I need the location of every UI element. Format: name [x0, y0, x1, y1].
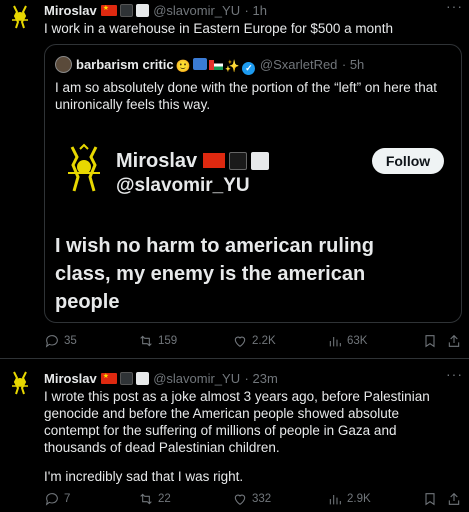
repost-button[interactable]: 22 [138, 491, 171, 507]
white-square-icon [251, 152, 270, 170]
author-name[interactable]: Miroslav [44, 371, 97, 386]
reply-icon [45, 493, 58, 506]
bookmark-button[interactable] [422, 333, 438, 349]
share-icon [448, 334, 460, 347]
avatar[interactable] [6, 368, 34, 396]
china-flag-icon [100, 373, 117, 384]
white-square-icon [135, 4, 149, 17]
repost-count: 159 [158, 335, 178, 347]
timestamp[interactable]: · 5h [342, 57, 364, 72]
black-square-icon [119, 4, 133, 17]
views-button[interactable]: 2.9K [327, 491, 371, 507]
embedded-tweet-text: I wish no harm to american ruling class,… [55, 235, 374, 313]
avatar[interactable] [55, 56, 72, 73]
embedded-author-name-text: Miroslav [116, 150, 198, 172]
smiley-emoji-icon: 🙂 [175, 59, 191, 73]
tweet-text: I work in a warehouse in Eastern Europe … [44, 21, 393, 36]
share-icon [448, 492, 460, 505]
like-count: 332 [252, 493, 272, 505]
tweet-text-2: I'm incredibly sad that I was right. [44, 469, 244, 484]
reply-icon [45, 335, 58, 348]
divider [0, 358, 469, 359]
arrows-emoji-icon [192, 58, 207, 70]
more-horizontal-icon[interactable]: ··· [446, 366, 463, 382]
share-button[interactable] [446, 491, 462, 507]
palestine-flag-icon [208, 60, 223, 70]
like-button[interactable]: 332 [232, 491, 271, 507]
embedded-author-name: Miroslav [116, 150, 270, 173]
views-icon [329, 337, 341, 347]
repost-button[interactable]: 159 [138, 333, 177, 349]
author-handle[interactable]: @slavomir_YU [153, 371, 240, 386]
embedded-author-handle: @slavomir_YU [116, 175, 250, 196]
quoted-tweet-text: I am so absolutely done with the portion… [55, 80, 437, 112]
heart-icon [234, 494, 246, 505]
avatar [68, 143, 100, 192]
reply-button[interactable]: 7 [44, 491, 70, 507]
author-handle[interactable]: @SxarletRed [260, 57, 338, 72]
repost-count: 22 [158, 493, 171, 505]
author-name[interactable]: barbarism critic [76, 57, 174, 72]
views-count: 2.9K [347, 493, 371, 505]
china-flag-icon [203, 153, 226, 168]
like-count: 2.2K [252, 335, 276, 347]
repost-icon [140, 493, 152, 505]
like-button[interactable]: 2.2K [232, 333, 276, 349]
author-name[interactable]: Miroslav [44, 3, 97, 18]
timestamp[interactable]: · 1h [245, 3, 267, 18]
author-handle[interactable]: @slavomir_YU [153, 3, 240, 18]
china-flag-icon [100, 5, 117, 16]
views-button[interactable]: 63K [327, 333, 367, 349]
views-icon [329, 495, 341, 505]
tweet-text: I wrote this post as a joke almost 3 yea… [44, 389, 430, 455]
more-horizontal-icon[interactable]: ··· [446, 0, 463, 14]
black-square-icon [229, 152, 248, 170]
reply-count: 7 [64, 493, 71, 505]
quoted-tweet-header: barbarism critic 🙂 ✨ ✓ @SxarletRed · 5h [55, 56, 364, 75]
repost-icon [140, 335, 152, 347]
avatar[interactable] [6, 2, 34, 30]
sparkles-icon: ✨ [224, 59, 240, 73]
follow-button: Follow [372, 148, 444, 174]
reply-button[interactable]: 35 [44, 333, 77, 349]
share-button[interactable] [446, 333, 462, 349]
verified-badge-icon: ✓ [242, 62, 256, 75]
timestamp[interactable]: · 23m [245, 371, 278, 386]
tweet-actions: 7 22 332 2.9K [44, 491, 462, 511]
bookmark-icon [425, 335, 435, 348]
views-count: 63K [347, 335, 368, 347]
heart-icon [234, 336, 246, 347]
black-square-icon [119, 372, 133, 385]
white-square-icon [135, 372, 149, 385]
reply-count: 35 [64, 335, 77, 347]
bookmark-icon [425, 493, 435, 506]
bookmark-button[interactable] [422, 491, 438, 507]
tweet-actions: 35 159 2.2K 63K [44, 333, 462, 353]
